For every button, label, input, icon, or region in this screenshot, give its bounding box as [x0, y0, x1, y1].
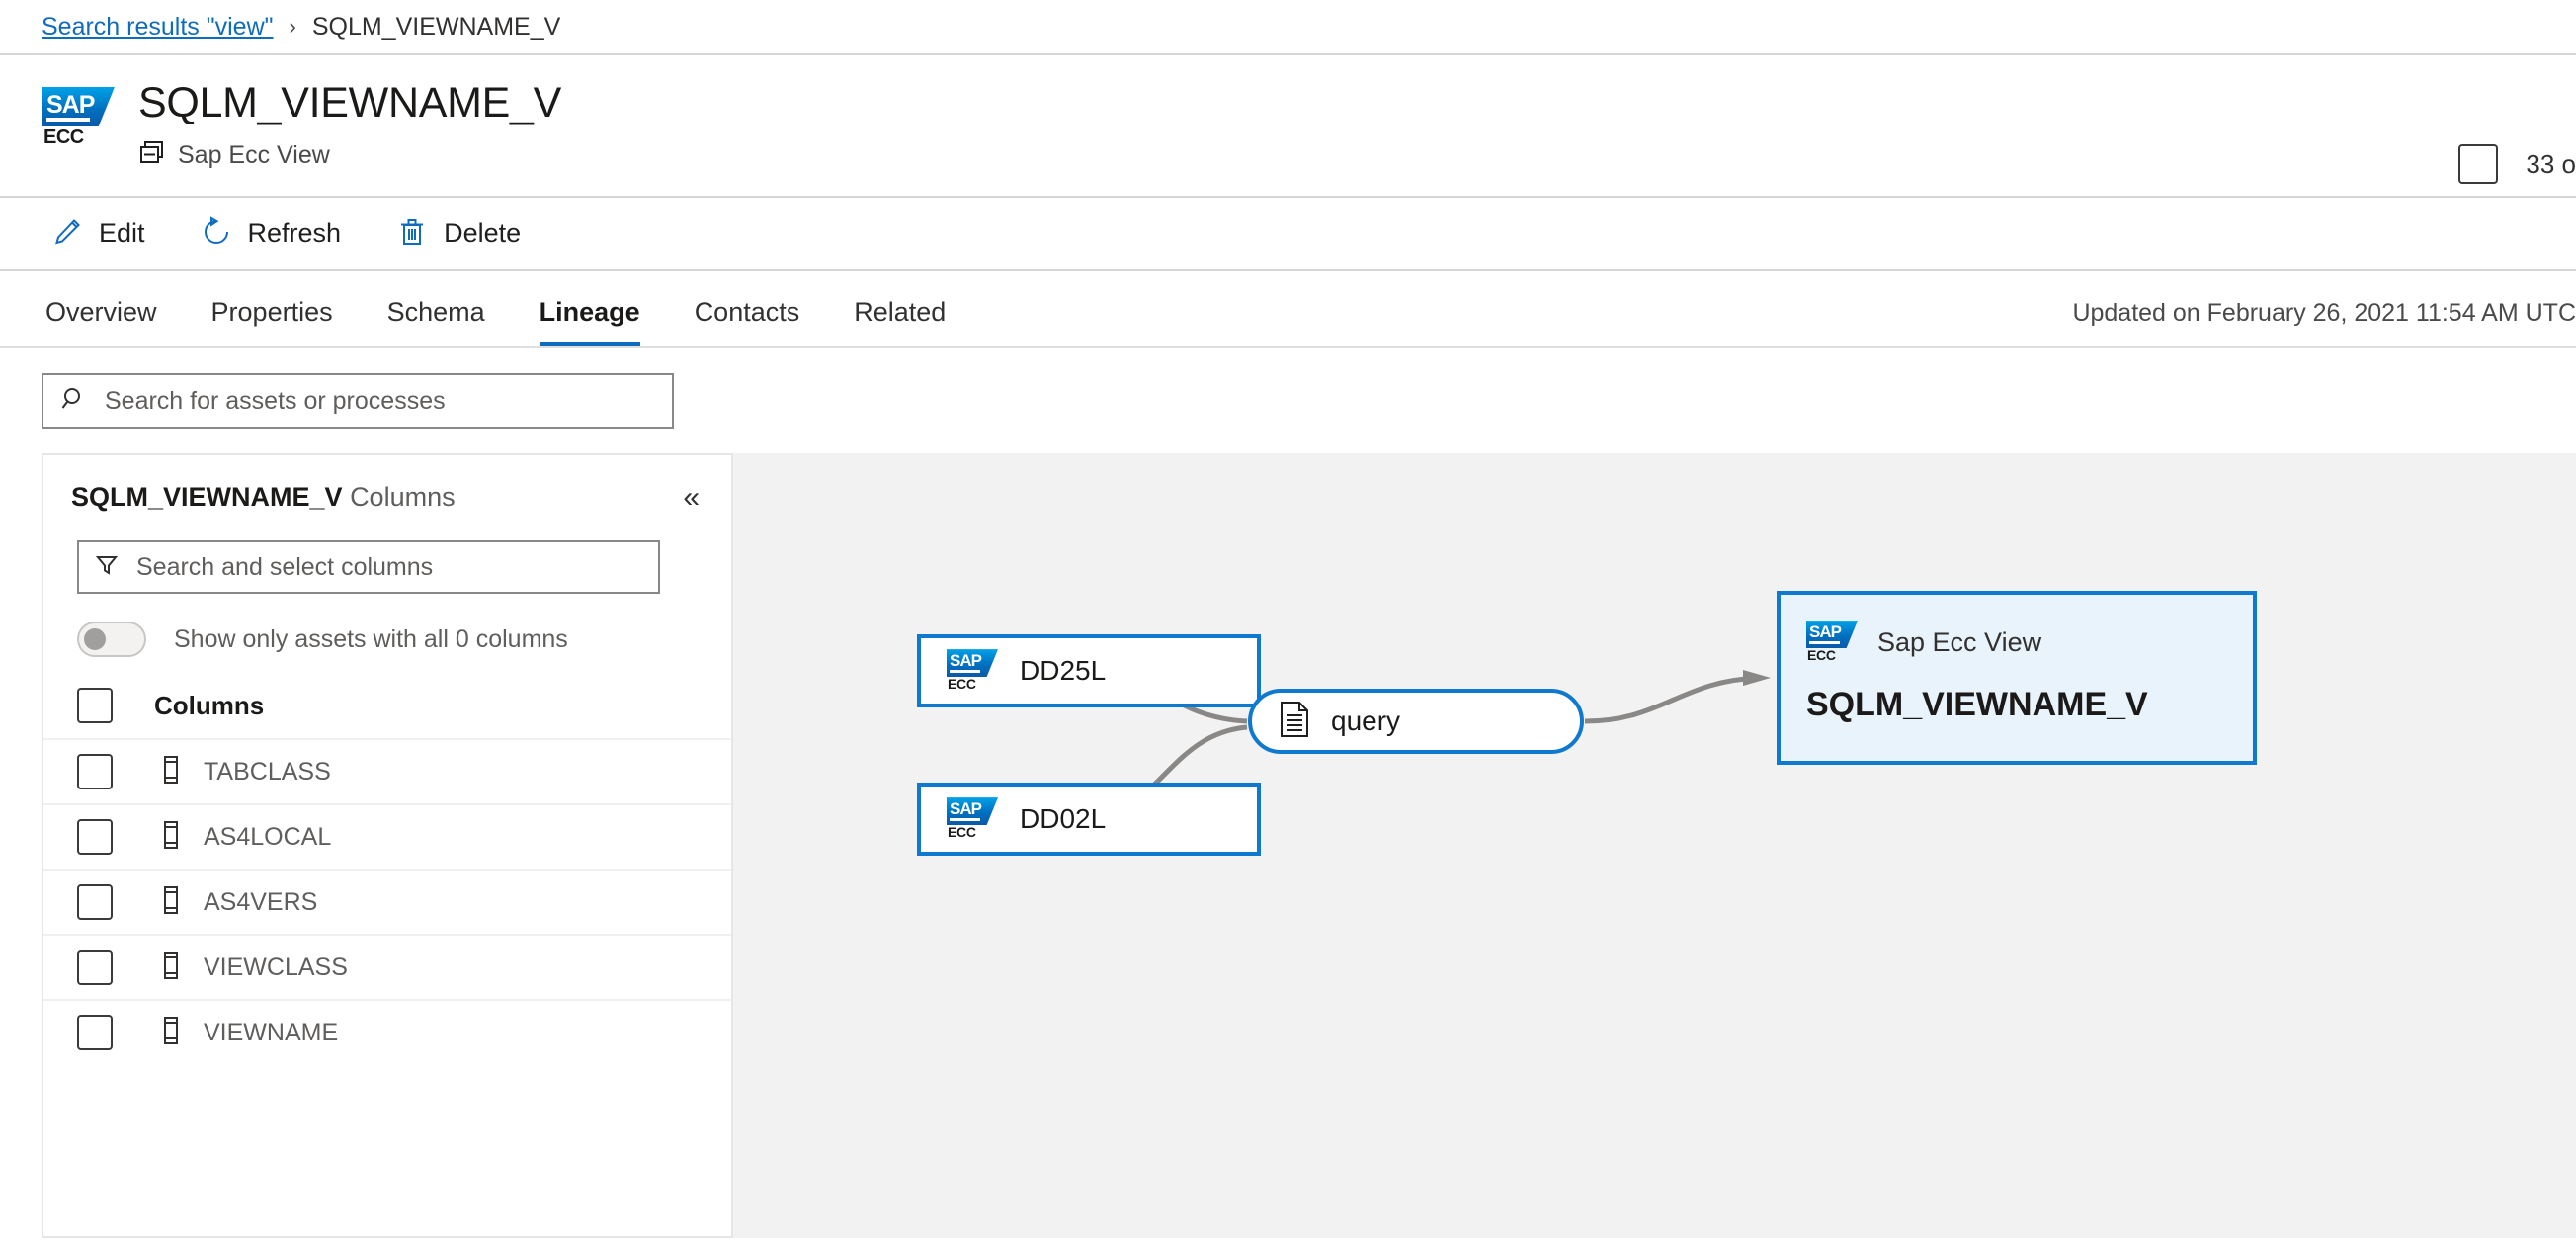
columns-filter-box[interactable]	[77, 540, 660, 595]
lineage-search-area	[0, 348, 2576, 453]
delete-button[interactable]: Delete	[392, 210, 525, 257]
lineage-node-type-label: Sap Ecc View	[1877, 626, 2042, 657]
columns-table-header: Columns	[43, 673, 731, 738]
ecc-logo-text: ECC	[948, 824, 976, 841]
ecc-logo-text: ECC	[948, 676, 976, 693]
header-checkbox[interactable]	[2458, 144, 2499, 184]
tab-related[interactable]: Related	[854, 297, 946, 346]
collapse-panel-icon[interactable]: «	[677, 482, 706, 513]
asset-header: SAP ECC SQLM_VIEWNAME_V Sap Ecc View 33 …	[0, 55, 2576, 196]
select-all-checkbox[interactable]	[77, 688, 113, 724]
lineage-node-dd02l[interactable]: SAP ECC DD02L	[917, 783, 1261, 857]
row-checkbox[interactable]	[77, 950, 113, 986]
table-row[interactable]: AS4VERS	[43, 869, 731, 934]
show-only-assets-toggle-label: Show only assets with all 0 columns	[174, 624, 568, 653]
table-row[interactable]: AS4LOCAL	[43, 803, 731, 869]
column-name: VIEWCLASS	[204, 953, 348, 981]
search-input[interactable]	[103, 385, 654, 417]
toggle-knob	[84, 628, 106, 651]
row-checkbox[interactable]	[77, 754, 113, 790]
columns-panel-title: SQLM_VIEWNAME_V Columns	[71, 482, 456, 513]
lineage-node-label: DD02L	[1020, 803, 1107, 835]
sap-ecc-logo-icon: SAP ECC	[947, 797, 998, 841]
delete-button-label: Delete	[444, 217, 522, 248]
tab-schema[interactable]: Schema	[387, 297, 485, 346]
breadcrumb-search-results-link[interactable]: Search results "view"	[42, 13, 274, 41]
filter-icon	[95, 553, 119, 582]
view-type-icon	[138, 139, 166, 172]
sap-logo-text: SAP	[46, 91, 95, 119]
sap-ecc-logo-icon: SAP ECC	[947, 649, 998, 693]
refresh-button[interactable]: Refresh	[197, 210, 346, 257]
lineage-node-label: query	[1331, 705, 1401, 737]
lineage-node-dd25l[interactable]: SAP ECC DD25L	[917, 634, 1261, 708]
breadcrumb-current-item: SQLM_VIEWNAME_V	[311, 12, 561, 41]
query-document-icon	[1278, 701, 1311, 743]
trash-icon	[396, 216, 428, 251]
table-row[interactable]: VIEWCLASS	[43, 934, 731, 999]
sap-ecc-logo-icon: SAP ECC	[42, 87, 115, 148]
lineage-page: Search results "view" › SQLM_VIEWNAME_V …	[0, 0, 2576, 1244]
lineage-search-box[interactable]	[42, 373, 674, 430]
updated-timestamp: Updated on February 26, 2021 11:54 AM UT…	[2072, 299, 2576, 328]
edit-button[interactable]: Edit	[47, 210, 149, 257]
columns-filter-input[interactable]	[134, 551, 642, 583]
column-name: AS4VERS	[204, 887, 318, 916]
header-right-area: 33 o	[2458, 144, 2576, 184]
edit-button-label: Edit	[99, 217, 145, 248]
lineage-node-label: DD25L	[1020, 655, 1107, 687]
sap-logo-text: SAP	[1809, 622, 1842, 642]
column-icon	[160, 885, 182, 920]
page-title: SQLM_VIEWNAME_V	[138, 79, 561, 126]
column-icon	[160, 951, 182, 985]
show-only-assets-toggle[interactable]	[77, 622, 146, 658]
lineage-body: SQLM_VIEWNAME_V Columns « Show only asse…	[0, 453, 2576, 1239]
show-only-assets-toggle-row: Show only assets with all 0 columns	[77, 622, 731, 658]
table-row[interactable]: VIEWNAME	[43, 999, 731, 1064]
refresh-button-label: Refresh	[247, 217, 342, 248]
tab-properties[interactable]: Properties	[211, 297, 333, 346]
columns-panel-title-suffix: Columns	[350, 482, 456, 513]
lineage-node-query[interactable]: query	[1248, 689, 1584, 755]
breadcrumb-separator-icon: ›	[289, 14, 296, 39]
tab-lineage[interactable]: Lineage	[539, 297, 640, 347]
command-bar: Edit Refresh Delete	[0, 196, 2576, 272]
pencil-icon	[51, 216, 83, 251]
column-name: TABCLASS	[204, 757, 331, 786]
lineage-node-label: SQLM_VIEWNAME_V	[1806, 686, 2148, 724]
lineage-graph-canvas[interactable]: SAP ECC DD25L SAP ECC DD02L query SAP EC…	[733, 453, 2576, 1239]
breadcrumb: Search results "view" › SQLM_VIEWNAME_V	[0, 0, 2576, 55]
columns-panel: SQLM_VIEWNAME_V Columns « Show only asse…	[42, 453, 733, 1239]
header-count-label: 33 o	[2526, 148, 2576, 179]
sap-logo-text: SAP	[950, 799, 982, 819]
lineage-node-target[interactable]: SAP ECC Sap Ecc View SQLM_VIEWNAME_V	[1777, 591, 2257, 766]
ecc-logo-text: ECC	[1807, 647, 1836, 664]
column-name: AS4LOCAL	[204, 822, 332, 851]
tab-bar: Overview Properties Schema Lineage Conta…	[0, 271, 2576, 349]
refresh-icon	[201, 215, 232, 251]
column-name: VIEWNAME	[204, 1018, 339, 1046]
tab-overview[interactable]: Overview	[45, 297, 157, 346]
sap-ecc-logo-icon: SAP ECC	[1806, 621, 1858, 664]
column-icon	[160, 1016, 182, 1050]
tab-contacts[interactable]: Contacts	[695, 297, 800, 346]
search-icon	[61, 386, 87, 417]
table-row[interactable]: TABCLASS	[43, 738, 731, 803]
row-checkbox[interactable]	[77, 819, 113, 856]
ecc-logo-text: ECC	[43, 126, 84, 148]
asset-type-label: Sap Ecc View	[178, 141, 330, 170]
row-checkbox[interactable]	[77, 884, 113, 921]
columns-panel-header: SQLM_VIEWNAME_V Columns «	[43, 455, 731, 519]
column-icon	[160, 755, 182, 789]
sap-logo-text: SAP	[950, 651, 982, 671]
columns-panel-title-asset: SQLM_VIEWNAME_V	[71, 482, 343, 513]
column-icon	[160, 820, 182, 855]
row-checkbox[interactable]	[77, 1015, 113, 1051]
columns-header-label: Columns	[154, 690, 265, 720]
